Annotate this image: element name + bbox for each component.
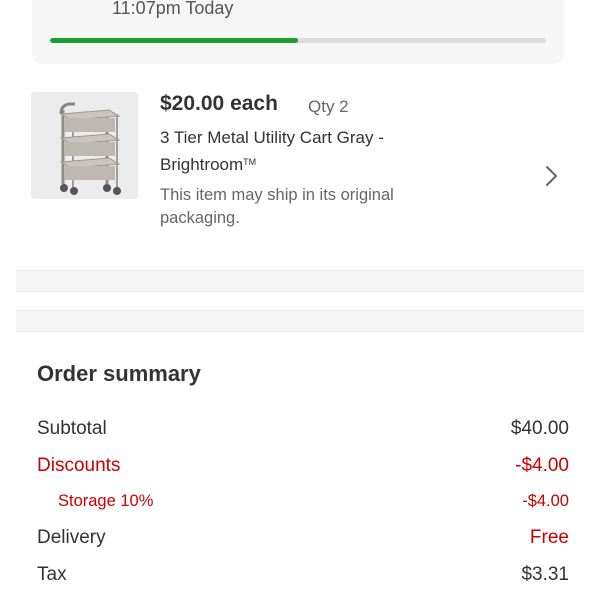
storage-discount-value: -$4.00: [522, 492, 569, 510]
utility-cart-image: [31, 92, 138, 199]
order-summary-title: Order summary: [37, 361, 201, 386]
discounts-value: -$4.00: [515, 455, 569, 476]
delivery-value: Free: [529, 527, 569, 548]
trademark-mark: TM: [243, 157, 257, 167]
section-divider: [16, 310, 584, 332]
delivery-progress-bar: [50, 38, 546, 43]
item-title: 3 Tier Metal Utility Cart Gray - Brightr…: [160, 126, 440, 177]
chevron-right-icon[interactable]: [540, 162, 562, 190]
order-item-row[interactable]: $20.00 each Qty 2 3 Tier Metal Utility C…: [0, 88, 600, 248]
subtotal-label: Subtotal: [37, 418, 107, 439]
discounts-label: Discounts: [37, 455, 121, 476]
delivery-status-card: 11:07pm Today: [32, 0, 564, 64]
item-quantity: Qty 2: [308, 97, 349, 116]
delivery-progress-fill: [50, 38, 298, 43]
delivery-time-text: 11:07pm Today: [112, 0, 234, 18]
item-unit-price: $20.00 each: [160, 92, 278, 115]
item-title-text: 3 Tier Metal Utility Cart Gray - Brightr…: [160, 128, 384, 174]
storage-discount-label: Storage 10%: [58, 492, 154, 510]
delivery-label: Delivery: [37, 527, 106, 548]
tax-label: Tax: [37, 564, 67, 585]
utility-cart-illustration: [31, 92, 138, 199]
section-divider: [16, 270, 584, 292]
item-packaging-note: This item may ship in its original packa…: [160, 186, 394, 227]
subtotal-value: $40.00: [510, 418, 569, 439]
tax-value: $3.31: [521, 564, 569, 585]
